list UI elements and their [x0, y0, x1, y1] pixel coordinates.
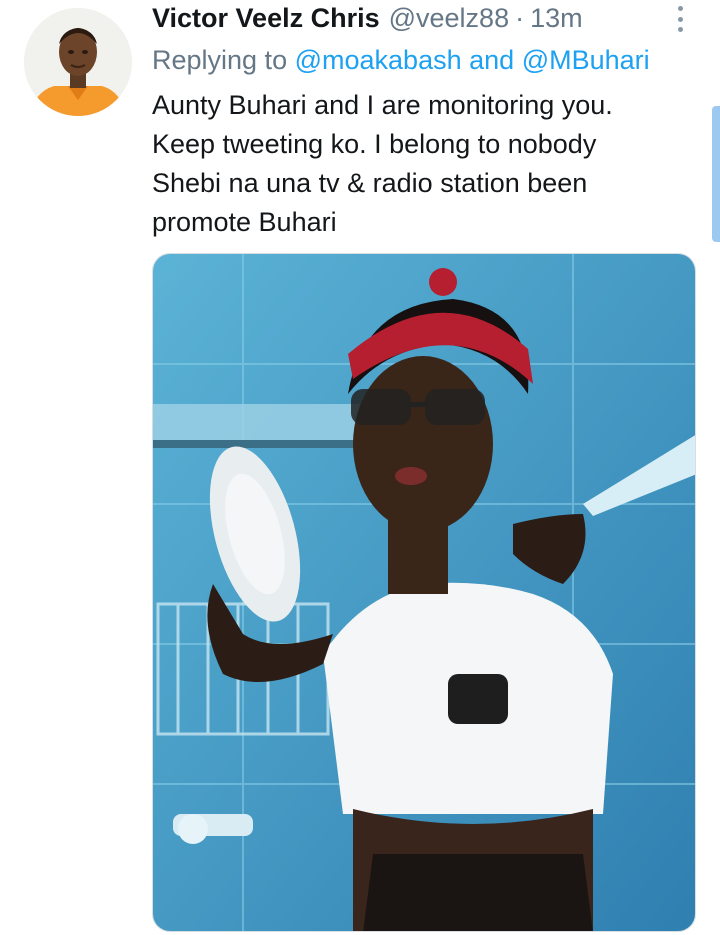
tweet-text-line: Shebi na una tv & radio station been — [152, 168, 588, 198]
tweet-card[interactable]: Victor Veelz Chris @veelz88 · 13m Replyi… — [0, 0, 720, 935]
replying-to: Replying to @moakabash and @MBuhari — [152, 42, 650, 78]
more-dot — [677, 27, 683, 32]
author-name[interactable]: Victor Veelz Chris — [152, 0, 380, 36]
tweet-text-line: Aunty Buhari and I are monitoring you. — [152, 90, 613, 120]
author-handle[interactable]: @veelz88 — [389, 0, 509, 36]
separator-dot: · — [515, 3, 525, 33]
more-dot — [677, 6, 683, 11]
tweet-text-line: promote Buhari — [152, 207, 337, 237]
tweet-text: Aunty Buhari and I are monitoring you. K… — [152, 86, 712, 242]
timestamp[interactable]: 13m — [530, 0, 583, 36]
scrollbar[interactable] — [712, 106, 720, 242]
reply-prefix: Replying to — [152, 45, 288, 75]
tweet-text-line: Keep tweeting ko. I belong to nobody — [152, 129, 597, 159]
more-vertical-icon[interactable] — [671, 6, 689, 32]
tweet-header: Victor Veelz Chris @veelz88 · 13m — [152, 0, 583, 36]
avatar[interactable] — [24, 8, 132, 116]
reply-and[interactable]: and — [469, 45, 514, 75]
mention-link-moakabash[interactable]: @moakabash — [295, 45, 462, 75]
tweet-media-image[interactable] — [152, 253, 696, 932]
mention-link-mbuhari[interactable]: @MBuhari — [522, 45, 650, 75]
more-dot — [677, 16, 683, 22]
